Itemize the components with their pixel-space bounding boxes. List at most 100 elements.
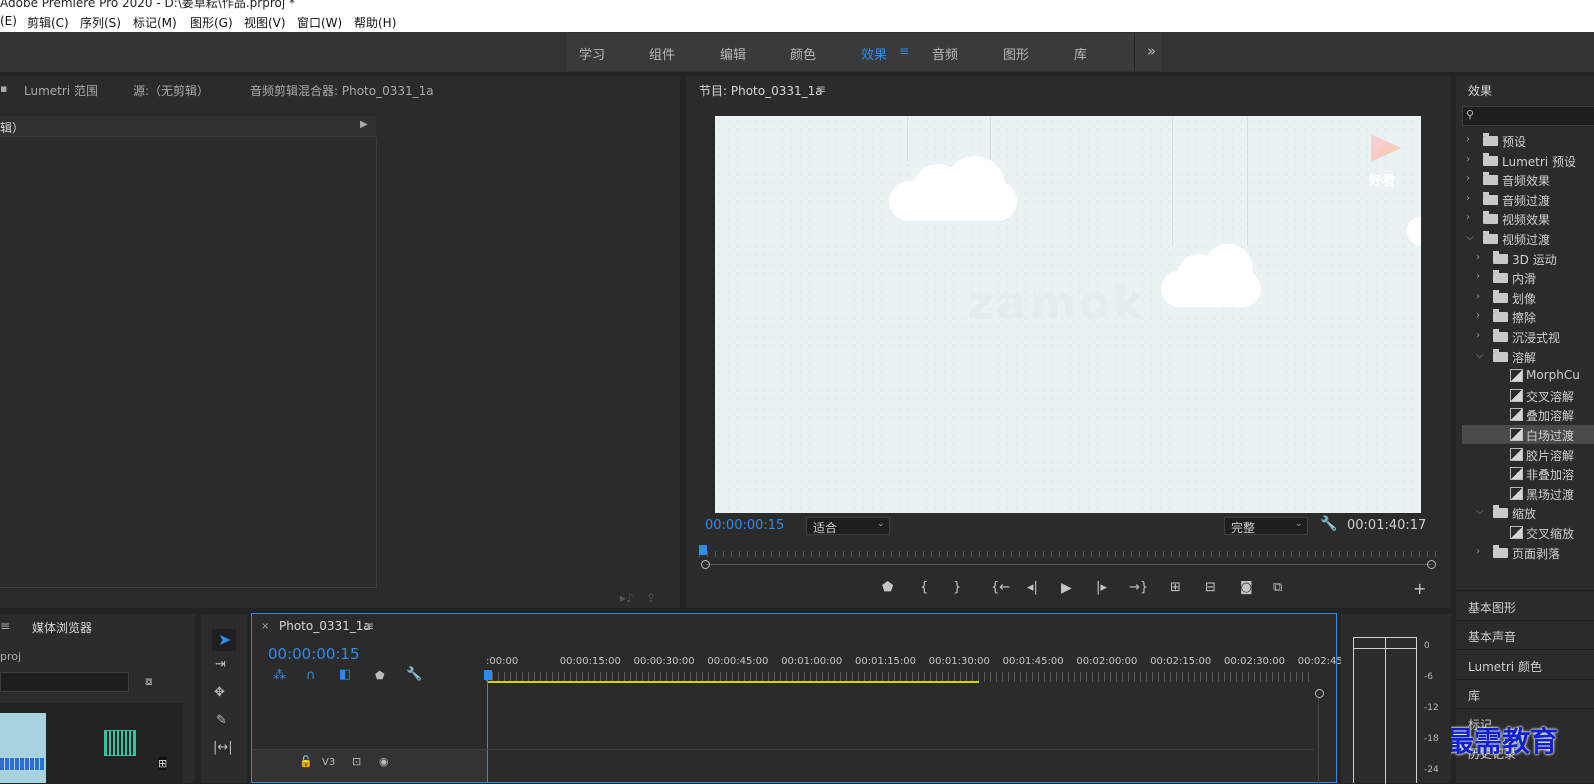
ripple-edit-icon[interactable]: ✥ [214, 685, 225, 700]
workspace-editing[interactable]: 编辑 [720, 44, 746, 63]
effects-item[interactable]: 胶片溶解 [1462, 445, 1594, 464]
workspace-learn[interactable]: 学习 [579, 44, 605, 63]
chevron-right-icon[interactable]: › [1466, 212, 1470, 223]
chevron-right-icon[interactable]: › [1466, 134, 1470, 145]
effects-item[interactable]: › 视频效果 [1462, 209, 1594, 228]
program-monitor-title[interactable]: 节目: Photo_0331_1a [699, 82, 823, 99]
insert-audio-icon[interactable]: ▸♪ [620, 591, 634, 605]
close-icon[interactable]: × [261, 621, 269, 632]
zoom-handle-left[interactable] [701, 560, 710, 569]
list-view-icon[interactable]: ⊞ [158, 757, 168, 770]
panel-libraries[interactable]: 库 [1468, 687, 1480, 704]
panel-essential-sound[interactable]: 基本声音 [1468, 628, 1516, 645]
work-area-bar[interactable] [487, 681, 979, 683]
wrench-icon[interactable]: 🔧 [1320, 516, 1337, 532]
chevron-right-icon[interactable]: › [1476, 310, 1480, 321]
camera-icon[interactable]: ◙ [1240, 580, 1253, 595]
effects-item[interactable]: 白场过渡 [1462, 425, 1594, 444]
add-marker-icon[interactable]: ⬟ [882, 580, 893, 595]
chevron-right-icon[interactable]: › [1466, 193, 1470, 204]
program-zoom-bar[interactable] [706, 564, 1432, 565]
panel-lumetri-color[interactable]: Lumetri 颜色 [1468, 658, 1542, 675]
chevron-right-icon[interactable]: › [1476, 291, 1480, 302]
mark-out-icon[interactable]: } [953, 580, 961, 595]
timeline-timecode[interactable]: 00:00:00:15 [268, 645, 360, 663]
lift-icon[interactable]: ⊞ [1170, 580, 1181, 595]
quality-select[interactable]: 完整 ⌄ [1224, 517, 1308, 535]
menu-edit-partial[interactable]: (E) [0, 14, 17, 28]
clip-thumbnail[interactable] [0, 713, 46, 783]
program-menu-icon[interactable]: ≡ [816, 82, 826, 96]
effects-item[interactable]: 黑场过渡 [1462, 484, 1594, 503]
effects-item[interactable]: › 划像 [1462, 288, 1594, 307]
play-icon[interactable]: ▶ [1061, 580, 1072, 596]
slip-icon[interactable]: |↔| [213, 740, 233, 755]
project-menu-icon[interactable]: ≡ [0, 619, 10, 633]
workspace-menu-icon[interactable]: ≡ [899, 44, 909, 58]
workspace-effects[interactable]: 效果 [861, 44, 887, 63]
tab-audio-clip-mixer[interactable]: 音频剪辑混合器: Photo_0331_1a [250, 82, 434, 99]
panel-essential-graphics[interactable]: 基本图形 [1468, 599, 1516, 616]
effects-item[interactable]: › 音频效果 [1462, 170, 1594, 189]
menu-sequence[interactable]: 序列(S) [80, 14, 121, 31]
menu-window[interactable]: 窗口(W) [297, 14, 342, 31]
audio-clip-icon[interactable] [104, 730, 136, 756]
timeline-menu-icon[interactable]: ≡ [364, 619, 374, 633]
track-select-icon[interactable]: ⇥ [215, 657, 226, 672]
chevron-right-icon[interactable]: › [1476, 330, 1480, 341]
chevron-right-icon[interactable]: › [1476, 271, 1480, 282]
marker-icon[interactable]: ⬟ [375, 669, 385, 682]
tab-media-browser[interactable]: 媒体浏览器 [32, 619, 92, 636]
sync-lock-icon[interactable]: ⊡ [352, 755, 361, 768]
compare-icon[interactable]: ⧉ [1273, 580, 1282, 595]
project-search-input[interactable] [0, 672, 129, 692]
timeline-zoom-handle[interactable] [1315, 689, 1324, 698]
workspace-audio[interactable]: 音频 [932, 44, 958, 63]
menu-view[interactable]: 视图(V) [244, 14, 286, 31]
effects-item[interactable]: 交叉缩放 [1462, 523, 1594, 542]
chevron-right-icon[interactable]: › [1476, 252, 1480, 263]
source-expand-icon[interactable]: ▶ [360, 119, 368, 130]
lock-icon[interactable]: 🔓 [299, 755, 313, 768]
add-button-icon[interactable]: + [1413, 579, 1426, 598]
workspace-libraries[interactable]: 库 [1074, 44, 1087, 63]
workspace-assembly[interactable]: 组件 [649, 44, 675, 63]
chevron-right-icon[interactable]: › [1466, 154, 1470, 165]
workspace-overflow-icon[interactable]: » [1147, 42, 1156, 60]
timeline-scrollbar[interactable] [1318, 698, 1319, 783]
chevron-right-icon[interactable]: › [1466, 173, 1470, 184]
effects-item[interactable]: › 预设 [1462, 131, 1594, 150]
effects-item[interactable]: › 音频过渡 [1462, 190, 1594, 209]
menu-help[interactable]: 帮助(H) [354, 14, 396, 31]
effects-item[interactable]: › 3D 运动 [1462, 249, 1594, 268]
program-playhead[interactable] [699, 545, 707, 555]
snap-magnet-icon[interactable]: ∩ [306, 668, 316, 683]
menu-marker[interactable]: 标记(M) [133, 14, 177, 31]
chevron-right-icon[interactable]: › [1476, 546, 1480, 557]
effects-item[interactable]: 叠加溶解 [1462, 405, 1594, 424]
chevron-down-icon[interactable]: ⌵ [1466, 232, 1474, 243]
effects-item[interactable]: › Lumetri 预设 [1462, 151, 1594, 170]
go-to-out-icon[interactable]: →} [1129, 580, 1148, 595]
timeline-playhead[interactable] [484, 670, 492, 680]
menu-clip[interactable]: 剪辑(C) [27, 14, 69, 31]
workspace-color[interactable]: 颜色 [790, 44, 816, 63]
zoom-handle-right[interactable] [1427, 560, 1436, 569]
chevron-down-icon[interactable]: ⌵ [1476, 350, 1484, 361]
new-bin-icon[interactable]: ⧇ [145, 674, 153, 689]
tab-source[interactable]: 源:（无剪辑） [133, 82, 209, 99]
nest-icon[interactable]: ⁂ [273, 668, 286, 683]
effects-item[interactable]: ⌵ 视频过渡 [1462, 229, 1594, 248]
export-icon[interactable]: ⇪ [646, 591, 656, 605]
effects-item[interactable]: ⌵ 缩放 [1462, 503, 1594, 522]
menu-graphics[interactable]: 图形(G) [190, 14, 233, 31]
tab-lumetri-scopes[interactable]: Lumetri 范围 [24, 82, 98, 99]
effects-item[interactable]: MorphCu [1462, 366, 1594, 385]
program-preview[interactable]: zamok 好看 [715, 116, 1421, 513]
mark-in-icon[interactable]: { [920, 580, 928, 595]
linked-selection-icon[interactable]: ◧ [339, 667, 351, 682]
effects-item[interactable]: › 页面剥落 [1462, 543, 1594, 562]
step-forward-icon[interactable]: |▸ [1096, 580, 1107, 595]
razor-icon[interactable]: ✎ [216, 713, 227, 728]
workspace-graphics[interactable]: 图形 [1003, 44, 1029, 63]
